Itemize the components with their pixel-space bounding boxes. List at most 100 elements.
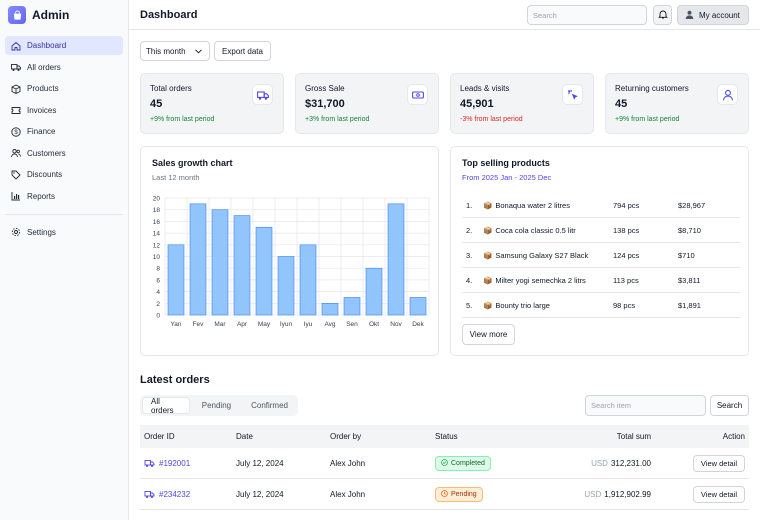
- action-cell: View detail: [693, 480, 745, 509]
- sidebar-item-finance[interactable]: $ Finance: [5, 122, 123, 141]
- box-icon: [11, 83, 21, 94]
- search-input[interactable]: [527, 5, 647, 25]
- period-select[interactable]: This month: [140, 41, 210, 61]
- stat-card-returning-customers: Returning customers 45 +9% from last per…: [605, 73, 749, 134]
- dollar-circle-icon: $: [11, 126, 21, 137]
- sidebar-item-discounts[interactable]: Discounts: [5, 165, 123, 184]
- package-icon: 📦: [483, 200, 493, 210]
- x-tick-label: Okt: [369, 321, 379, 328]
- orders-tabs: All orders Pending Confirmed: [140, 395, 298, 416]
- chart-bar: [277, 256, 295, 316]
- notifications-button[interactable]: [653, 5, 672, 25]
- check-circle-icon: [441, 459, 448, 468]
- y-tick-label: 4: [156, 289, 160, 296]
- sidebar-item-label: Discounts: [27, 170, 63, 179]
- chart-bar: [299, 244, 317, 316]
- orders-search-button[interactable]: Search: [710, 395, 749, 416]
- order-amount: 1,912,902.99: [604, 490, 651, 499]
- x-tick-label: Fev: [193, 321, 205, 328]
- y-tick-label: 0: [156, 313, 160, 320]
- order-date: July 12, 2024: [236, 459, 284, 468]
- orders-search-input[interactable]: [585, 395, 706, 416]
- product-name: Milter yogi semechka 2 litrs: [495, 275, 586, 285]
- sidebar-item-products[interactable]: Products: [5, 79, 123, 98]
- chevron-down-icon: [194, 47, 202, 56]
- status-badge: Pending: [435, 487, 483, 502]
- view-more-button[interactable]: View more: [462, 324, 515, 345]
- product-amount: $1,891: [678, 300, 701, 310]
- stat-delta: +9% from last period: [615, 116, 680, 123]
- tab-confirmed[interactable]: Confirmed: [243, 397, 296, 414]
- tab-all-orders[interactable]: All orders: [142, 397, 190, 415]
- sidebar-item-invoices[interactable]: Invoices: [5, 101, 123, 120]
- chart-bar: [365, 267, 383, 316]
- product-qty: 794 pcs: [613, 200, 640, 210]
- product-name: Samsung Galaxy S27 Black: [495, 250, 589, 260]
- x-tick-label: Avg: [324, 321, 335, 328]
- status-badge: Completed: [435, 456, 491, 471]
- sidebar-item-label: Invoices: [27, 105, 57, 115]
- x-tick-label: Iyun: [280, 321, 293, 328]
- sidebar-item-label: Finance: [27, 127, 56, 136]
- stat-delta: +9% from last period: [150, 116, 215, 123]
- sidebar-item-label: All orders: [27, 62, 61, 72]
- product-qty: 124 pcs: [613, 250, 640, 260]
- bell-icon: [657, 9, 668, 21]
- product-rank: 5.: [466, 300, 473, 310]
- y-tick-label: 18: [153, 207, 161, 214]
- sidebar-item-all-orders[interactable]: All orders: [5, 58, 123, 77]
- column-header-date: Date: [236, 432, 253, 441]
- product-amount: $3,811: [678, 275, 701, 285]
- x-tick-label: Sen: [346, 321, 358, 328]
- home-icon: [11, 41, 21, 51]
- chart-bar: [211, 209, 229, 316]
- gear-icon: [11, 227, 21, 237]
- chart-bar: [321, 303, 339, 316]
- order-id-link[interactable]: #234232: [144, 480, 190, 509]
- clock-icon: [441, 490, 448, 499]
- x-tick-label: Mar: [214, 321, 226, 328]
- order-amount: 312,231.00: [610, 459, 651, 468]
- cursor-click-icon: [562, 84, 583, 105]
- sidebar-item-settings[interactable]: Settings: [5, 223, 123, 242]
- brand: Admin: [0, 0, 128, 30]
- column-header-order-by: Order by: [330, 432, 362, 441]
- table-row: #234232 July 12, 2024 Alex John Pending …: [140, 480, 749, 510]
- y-tick-label: 20: [153, 196, 161, 203]
- product-name: Coca cola classic 0.5 litr: [495, 225, 576, 235]
- x-tick-label: May: [258, 321, 271, 328]
- sidebar-item-reports[interactable]: Reports: [5, 187, 123, 206]
- column-header-status: Status: [435, 432, 458, 441]
- table-row: #192001 July 12, 2024 Alex John Complete…: [140, 449, 749, 479]
- chart-bar: [387, 203, 405, 316]
- product-name: Bonaqua water 2 litres: [495, 200, 570, 210]
- top-header: Dashboard My account: [129, 0, 760, 30]
- orders-table-header: Order ID Date Order by Status Total sum …: [140, 425, 749, 448]
- y-tick-label: 10: [153, 254, 161, 261]
- action-cell: View detail: [693, 449, 745, 478]
- stat-delta: -3% from last period: [460, 116, 523, 123]
- sidebar-item-dashboard[interactable]: Dashboard: [5, 36, 123, 55]
- panel-subtitle: From 2025 Jan - 2025 Dec: [462, 173, 552, 182]
- export-data-button[interactable]: Export data: [214, 41, 271, 61]
- user-icon: [717, 84, 738, 105]
- sidebar-item-label: Products: [27, 84, 59, 93]
- sales-growth-panel: Sales growth chart Last 12 month 0 2 4 6 8 10…: [140, 146, 439, 356]
- order-id-link[interactable]: #192001: [144, 449, 190, 478]
- product-row: 4. 📦 Milter yogi semechka 2 litrs 113 pcs…: [462, 268, 740, 293]
- panel-title: Top selling products: [462, 158, 550, 168]
- sidebar-divider: [5, 213, 123, 215]
- view-detail-button[interactable]: View detail: [693, 455, 745, 472]
- view-detail-button[interactable]: View detail: [693, 486, 745, 503]
- account-button[interactable]: My account: [677, 5, 749, 25]
- product-rank: 4.: [466, 275, 473, 285]
- sidebar-item-customers[interactable]: Customers: [5, 144, 123, 163]
- tab-pending[interactable]: Pending: [194, 397, 239, 414]
- latest-orders-title: Latest orders: [140, 374, 210, 386]
- order-id-text: #234232: [159, 490, 191, 499]
- sales-bar-chart: 0 2 4 6 8 10 12 14 16 18 20 Yan Fev Mar Apr May Iyun Iyu A…: [153, 196, 430, 328]
- status-cell: Pending: [435, 480, 483, 509]
- status-text: Completed: [451, 460, 485, 467]
- tag-icon: [11, 170, 21, 180]
- product-qty: 113 pcs: [613, 275, 639, 285]
